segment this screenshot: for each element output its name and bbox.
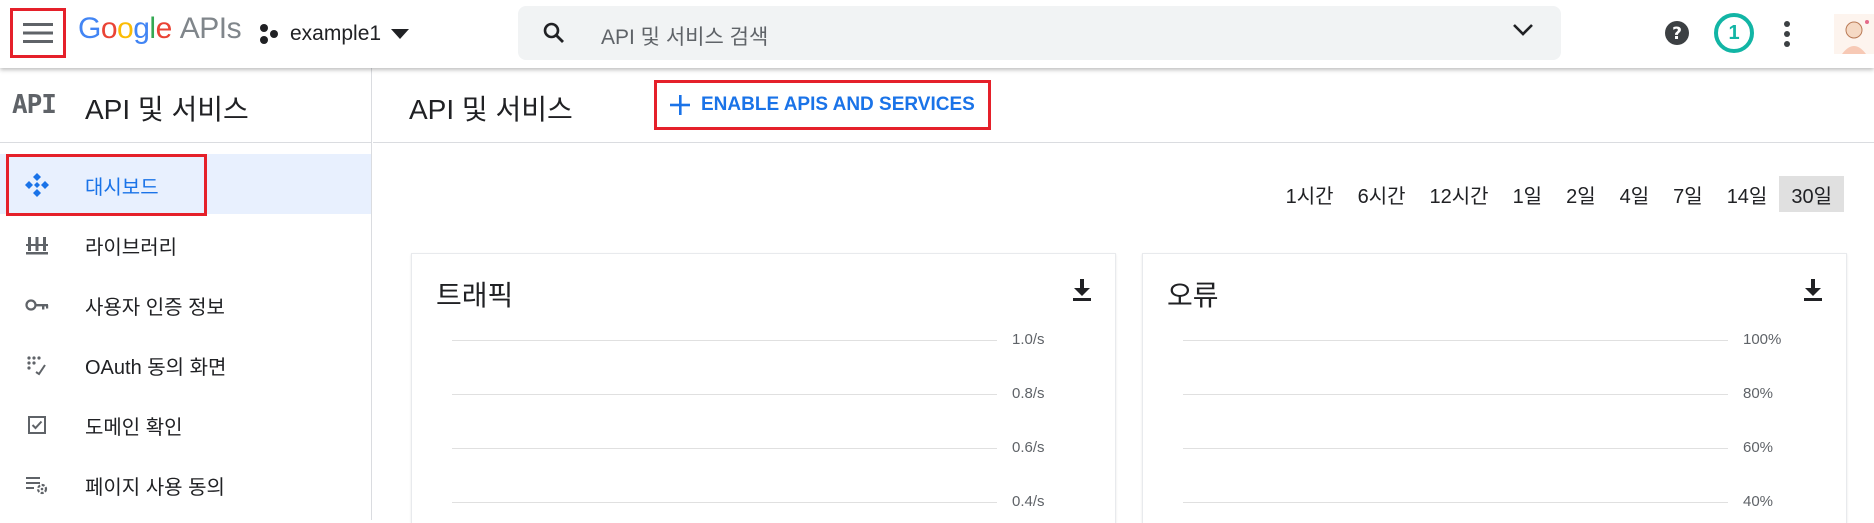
grid-line (452, 394, 997, 395)
y-tick: 0.4/s (1012, 493, 1045, 510)
range-1d[interactable]: 1일 (1501, 176, 1555, 212)
sidebar-item-label: 도메인 확인 (85, 417, 183, 439)
range-4d[interactable]: 4일 (1608, 176, 1662, 212)
sidebar-item-page-usage-agreement[interactable]: 페이지 사용 동의 (0, 454, 371, 514)
page-title: API 및 서비스 (409, 94, 573, 125)
grid-line (1183, 340, 1728, 341)
sidebar-item-label: 라이브러리 (85, 237, 177, 259)
y-tick: 80% (1743, 385, 1774, 402)
y-tick: 40% (1743, 493, 1774, 510)
sidebar-title: API 및 서비스 (85, 94, 249, 125)
y-tick: 0.6/s (1012, 439, 1045, 456)
main-content: API 및 서비스 ENABLE APIS AND SERVICES 1시간 6… (373, 68, 1874, 523)
y-tick: 100% (1743, 331, 1782, 348)
library-icon (26, 237, 48, 255)
grid-line (452, 340, 997, 341)
oauth-icon (27, 356, 46, 376)
range-6h[interactable]: 6시간 (1346, 176, 1418, 212)
sidebar-item-domain-verification[interactable]: 도메인 확인 (0, 394, 371, 454)
settings-list-icon (26, 477, 48, 495)
sidebar-header: API API 및 서비스 (0, 68, 372, 143)
search-icon (543, 22, 564, 43)
sidebar-item-credentials[interactable]: 사용자 인증 정보 (0, 274, 371, 334)
range-2d[interactable]: 2일 (1554, 176, 1608, 212)
download-icon[interactable] (1802, 278, 1824, 302)
sidebar: API API 및 서비스 대시보드 라이브러리 사용자 인증 정보 OAuth… (0, 68, 372, 520)
more-vert-icon[interactable] (1783, 20, 1791, 48)
chevron-down-icon[interactable] (1511, 22, 1535, 38)
plus-icon (670, 95, 690, 115)
enable-apis-button[interactable]: ENABLE APIS AND SERVICES (654, 80, 991, 130)
help-icon[interactable]: ? (1663, 19, 1691, 47)
y-tick: 1.0/s (1012, 331, 1045, 348)
range-12h[interactable]: 12시간 (1418, 176, 1501, 212)
google-apis-logo[interactable]: Google APIs (78, 12, 242, 46)
time-range-selector: 1시간 6시간 12시간 1일 2일 4일 7일 14일 30일 (1274, 176, 1844, 212)
svg-text:?: ? (1672, 24, 1682, 44)
search-bar[interactable]: API 및 서비스 검색 (518, 6, 1561, 60)
errors-card: 오류 100% 80% 60% 40% (1142, 253, 1847, 523)
enable-apis-label: ENABLE APIS AND SERVICES (701, 94, 975, 115)
traffic-card: 트래픽 1.0/s 0.8/s 0.6/s 0.4/s (411, 253, 1116, 523)
grid-line (452, 502, 997, 503)
logo-letter: o (117, 12, 134, 45)
project-selector[interactable]: example1 (258, 18, 410, 50)
highlight-box (6, 154, 207, 216)
api-logo: API (12, 90, 57, 120)
logo-letter: g (133, 12, 150, 45)
main-header: API 및 서비스 ENABLE APIS AND SERVICES (373, 68, 1874, 143)
logo-apis-text: APIs (179, 12, 242, 45)
notification-badge[interactable]: 1 (1714, 13, 1754, 53)
caret-down-icon (391, 29, 410, 39)
logo-letter: e (155, 12, 173, 45)
sidebar-item-label: OAuth 동의 화면 (85, 357, 227, 379)
search-input[interactable]: API 및 서비스 검색 (601, 21, 768, 51)
y-tick: 60% (1743, 439, 1774, 456)
sidebar-item-label: 사용자 인증 정보 (85, 297, 225, 319)
main-menu-button[interactable] (10, 8, 66, 58)
download-icon[interactable] (1071, 278, 1093, 302)
y-tick: 0.8/s (1012, 385, 1045, 402)
range-1h[interactable]: 1시간 (1274, 176, 1346, 212)
project-icon (260, 24, 278, 44)
grid-line (452, 448, 997, 449)
sidebar-item-oauth-consent[interactable]: OAuth 동의 화면 (0, 334, 371, 394)
key-icon (25, 299, 49, 311)
sidebar-item-label: 페이지 사용 동의 (85, 477, 225, 499)
avatar[interactable] (1834, 14, 1874, 54)
range-14d[interactable]: 14일 (1715, 176, 1780, 212)
range-7d[interactable]: 7일 (1661, 176, 1715, 212)
logo-letter: G (78, 12, 101, 45)
card-title: 오류 (1167, 280, 1219, 311)
grid-line (1183, 448, 1728, 449)
logo-letter: o (100, 12, 118, 45)
top-app-bar: Google APIs example1 API 및 서비스 검색 ? 1 (0, 0, 1874, 68)
range-30d[interactable]: 30일 (1779, 176, 1844, 212)
grid-line (1183, 394, 1728, 395)
notification-count: 1 (1728, 21, 1740, 44)
menu-icon (23, 23, 53, 43)
grid-line (1183, 502, 1728, 503)
card-title: 트래픽 (436, 280, 514, 311)
checkbox-icon (28, 416, 46, 434)
sidebar-item-library[interactable]: 라이브러리 (0, 214, 371, 274)
project-name: example1 (290, 22, 382, 45)
